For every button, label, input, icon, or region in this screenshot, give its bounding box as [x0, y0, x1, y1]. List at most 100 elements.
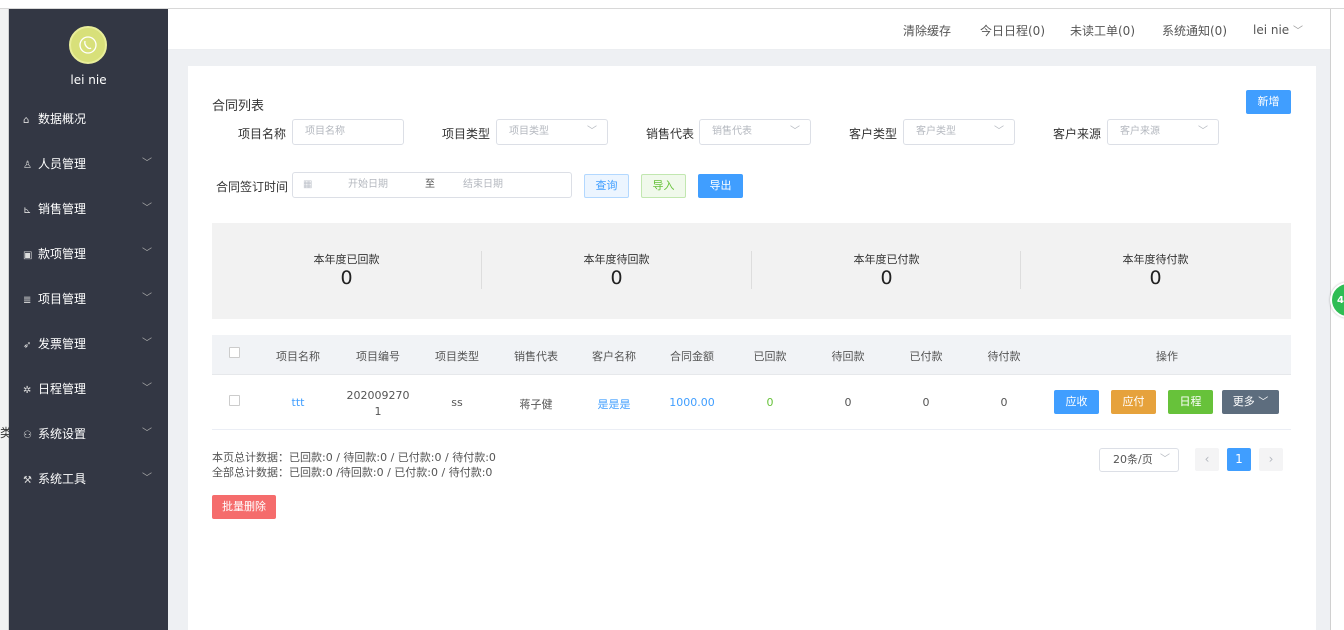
send-icon: ➶ [23, 340, 32, 351]
next-page-button[interactable]: › [1259, 448, 1283, 471]
customer-source-select[interactable]: 客户来源 ﹀ [1107, 119, 1219, 145]
stat-label: 本年度待付款 [1122, 253, 1189, 266]
receivable-button[interactable]: 应收 [1054, 390, 1099, 414]
sidebar-item-label: 销售管理 [38, 202, 87, 216]
column-header: 已付款 [909, 350, 943, 363]
top-header: 清除缓存 今日日程(0) 未读工单(0) 系统通知(0) lei nie ﹀ [168, 9, 1330, 50]
sales-rep-select[interactable]: 销售代表 ﹀ [699, 119, 811, 145]
chevron-down-icon: ﹀ [142, 383, 152, 394]
chevron-down-icon: ﹀ [142, 248, 152, 259]
sidebar-nav: ⌂ 数据概况 ♙ 人员管理 ﹀ ⊾ 销售管理 ﹀ ▣ 款项管理 ﹀ ≣ 项目管理 ﹀ ➶ 发… [9, 105, 168, 510]
row-checkbox[interactable] [229, 395, 240, 406]
column-header: 合同金额 [670, 350, 714, 363]
page-size-label: 20条/页 [1113, 453, 1153, 466]
customer-name-link[interactable]: 是是是 [584, 396, 644, 412]
more-button[interactable]: 更多 ﹀ [1222, 390, 1279, 414]
stat-to-pay: 本年度待付款 0 [1021, 223, 1290, 319]
prev-page-button[interactable]: ‹ [1195, 448, 1219, 471]
stat-paid: 本年度已付款 0 [752, 223, 1021, 319]
all-summary: 全部总计数据：已回款:0 /待回款:0 / 已付款:0 / 待付款:0 [212, 466, 493, 479]
chevron-down-icon: ﹀ [1293, 26, 1304, 37]
sidebar-item-projects[interactable]: ≣ 项目管理 ﹀ [9, 285, 168, 330]
sidebar-item-sales[interactable]: ⊾ 销售管理 ﹀ [9, 195, 168, 240]
batch-delete-button[interactable]: 批量删除 [212, 495, 276, 519]
sidebar-item-label: 发票管理 [38, 337, 87, 351]
column-header: 待付款 [987, 350, 1021, 363]
phone-icon [79, 36, 97, 54]
import-button[interactable]: 导入 [641, 174, 686, 198]
contract-amount-link[interactable]: 1000.00 [662, 396, 722, 409]
column-header: 已回款 [753, 350, 787, 363]
start-date-input[interactable]: 开始日期 [348, 173, 388, 197]
project-name-placeholder: 项目名称 [305, 126, 345, 137]
column-header: 销售代表 [514, 350, 558, 363]
chevron-down-icon: ﹀ [142, 473, 152, 484]
cart-icon: ⊾ [23, 205, 32, 216]
paid-cell: 0 [922, 396, 930, 409]
sign-date-range[interactable]: ▦ 开始日期 至 结束日期 [292, 172, 572, 198]
user-menu[interactable]: lei nie ﹀ [1253, 22, 1303, 37]
sidebar: lei nie ⌂ 数据概况 ♙ 人员管理 ﹀ ⊾ 销售管理 ﹀ ▣ 款项管理 ﹀ ≣ 项… [9, 9, 168, 630]
export-button[interactable]: 导出 [698, 174, 743, 198]
stat-value: 0 [1149, 267, 1162, 289]
payable-button[interactable]: 应付 [1111, 390, 1156, 414]
sidebar-item-tools[interactable]: ⚒ 系统工具 ﹀ [9, 465, 168, 510]
stat-received: 本年度已回款 0 [212, 223, 481, 319]
page-size-select[interactable]: 20条/页 ﹀ [1099, 448, 1179, 472]
schedule-button[interactable]: 日程 [1168, 390, 1213, 414]
chevron-down-icon: ﹀ [142, 203, 152, 214]
column-header: 操作 [1156, 350, 1178, 363]
stat-value: 0 [880, 267, 893, 289]
sidebar-item-staff[interactable]: ♙ 人员管理 ﹀ [9, 150, 168, 195]
today-schedule-link[interactable]: 今日日程(0) [980, 22, 1045, 39]
avatar[interactable] [69, 26, 107, 64]
to-pay-cell: 0 [1000, 396, 1008, 409]
window-left-strip [0, 9, 9, 630]
project-type-cell: ss [451, 396, 463, 409]
project-type-label: 项目类型 [442, 127, 491, 141]
more-button-label: 更多 [1232, 395, 1255, 408]
stat-label: 本年度已付款 [853, 253, 920, 266]
sidebar-item-payments[interactable]: ▣ 款项管理 ﹀ [9, 240, 168, 285]
end-date-input[interactable]: 结束日期 [463, 173, 503, 197]
sales-rep-label: 销售代表 [646, 127, 695, 141]
project-number-line: 1 [374, 405, 382, 418]
sidebar-item-label: 款项管理 [38, 247, 87, 261]
sidebar-item-settings[interactable]: ⚇ 系统设置 ﹀ [9, 420, 168, 465]
chevron-down-icon: ﹀ [790, 126, 800, 137]
sidebar-item-schedule[interactable]: ✲ 日程管理 ﹀ [9, 375, 168, 420]
window-right-strip [1330, 9, 1344, 630]
clear-cache-link[interactable]: 清除缓存 [903, 22, 951, 39]
user-icon: ♙ [23, 160, 32, 171]
users-icon: ⚇ [23, 430, 32, 441]
sidebar-username: lei nie [70, 73, 107, 87]
project-number-cell: 202009270 1 [338, 388, 418, 420]
project-number-line: 202009270 [346, 389, 410, 402]
wrench-icon: ⚒ [23, 475, 32, 486]
customer-source-placeholder: 客户来源 [1120, 126, 1160, 137]
unread-tickets-link[interactable]: 未读工单(0) [1070, 22, 1135, 39]
sidebar-item-invoices[interactable]: ➶ 发票管理 ﹀ [9, 330, 168, 375]
stat-to-receive: 本年度待回款 0 [482, 223, 751, 319]
page-number-button[interactable]: 1 [1227, 448, 1251, 471]
customer-type-label: 客户类型 [849, 127, 898, 141]
calendar-icon: ▦ [303, 179, 313, 190]
window-top-strip [0, 0, 1344, 9]
query-button[interactable]: 查询 [584, 174, 629, 198]
sidebar-item-dashboard[interactable]: ⌂ 数据概况 [9, 105, 168, 150]
table-header: 项目名称 项目编号 项目类型 销售代表 客户名称 合同金额 已回款 待回款 已付… [212, 335, 1291, 375]
chevron-down-icon: ﹀ [1198, 126, 1208, 137]
sidebar-item-label: 系统工具 [38, 472, 87, 486]
project-name-link[interactable]: ttt [268, 396, 328, 409]
sidebar-item-label: 数据概况 [38, 112, 87, 126]
new-button[interactable]: 新增 [1246, 90, 1291, 114]
project-type-select[interactable]: 项目类型 ﹀ [496, 119, 608, 145]
chevron-down-icon: ﹀ [1258, 397, 1269, 408]
gear-icon: ✲ [23, 385, 32, 396]
project-name-input[interactable]: 项目名称 [292, 119, 404, 145]
page-summary: 本页总计数据：已回款:0 / 待回款:0 / 已付款:0 / 待付款:0 [212, 451, 496, 464]
select-all-checkbox[interactable] [229, 347, 240, 358]
customer-source-label: 客户来源 [1053, 127, 1102, 141]
system-notice-link[interactable]: 系统通知(0) [1162, 22, 1227, 39]
customer-type-select[interactable]: 客户类型 ﹀ [903, 119, 1015, 145]
